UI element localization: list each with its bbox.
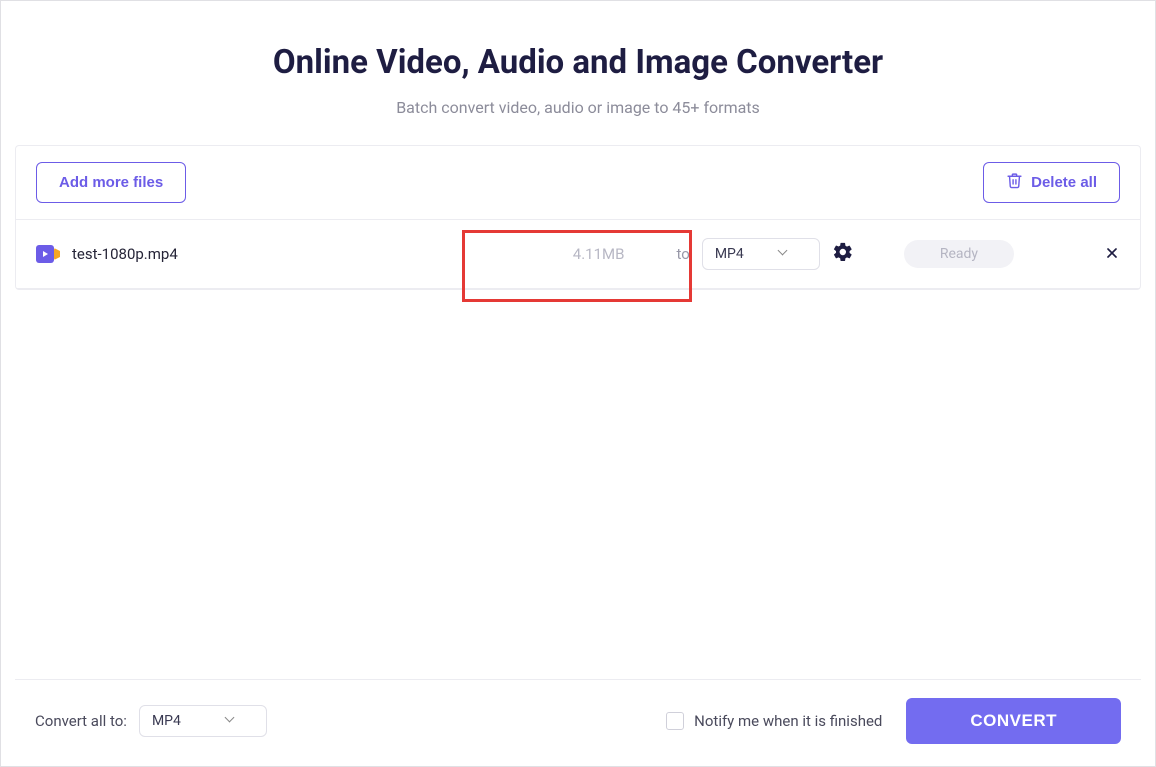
chevron-down-icon <box>226 716 236 726</box>
gear-icon[interactable] <box>832 241 854 267</box>
to-label: to <box>676 245 689 263</box>
convert-all-select[interactable]: MP4 <box>139 705 267 737</box>
file-row: test-1080p.mp4 4.11MB to MP4 Ready <box>16 220 1140 289</box>
trash-icon <box>1006 172 1023 193</box>
add-files-label: Add more files <box>59 174 163 191</box>
convert-all-value: MP4 <box>152 713 181 729</box>
main-panel: Add more files Delete all test-1080p.mp4… <box>15 145 1141 290</box>
notify-checkbox[interactable] <box>666 712 684 730</box>
file-name: test-1080p.mp4 <box>72 245 178 263</box>
video-file-icon <box>36 243 58 265</box>
page-title: Online Video, Audio and Image Converter <box>1 43 1155 82</box>
add-files-button[interactable]: Add more files <box>36 162 186 203</box>
convert-button[interactable]: CONVERT <box>906 698 1121 744</box>
status-badge: Ready <box>904 240 1014 268</box>
remove-file-button[interactable] <box>1104 244 1120 264</box>
footer: Convert all to: MP4 Notify me when it is… <box>15 679 1141 766</box>
delete-all-label: Delete all <box>1031 174 1097 191</box>
header: Online Video, Audio and Image Converter … <box>1 1 1155 145</box>
chevron-down-icon <box>779 249 789 259</box>
notify-wrap: Notify me when it is finished <box>666 712 882 730</box>
file-size: 4.11MB <box>573 245 625 263</box>
format-value: MP4 <box>715 246 744 262</box>
notify-label: Notify me when it is finished <box>694 712 882 730</box>
convert-button-label: CONVERT <box>970 711 1057 730</box>
toolbar: Add more files Delete all <box>16 146 1140 220</box>
delete-all-button[interactable]: Delete all <box>983 162 1120 203</box>
page-subtitle: Batch convert video, audio or image to 4… <box>1 98 1155 117</box>
convert-section: to MP4 <box>676 238 853 270</box>
format-select[interactable]: MP4 <box>702 238 820 270</box>
convert-all-label: Convert all to: <box>35 712 127 730</box>
